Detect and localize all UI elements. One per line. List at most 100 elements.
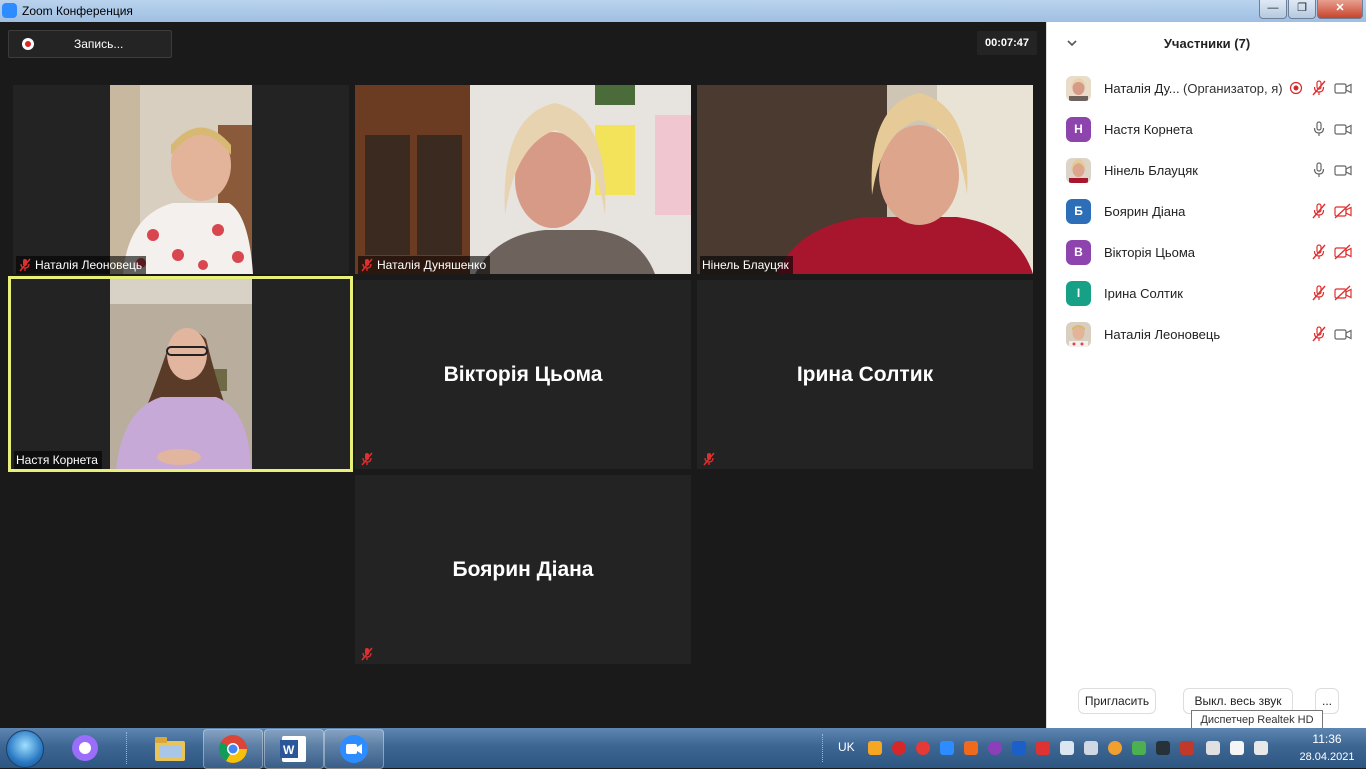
word-taskbar-button[interactable]: W: [264, 729, 324, 769]
video-icon[interactable]: [1334, 121, 1352, 137]
tile-nameplate: Наталія Леоновець: [16, 256, 147, 274]
chrome-taskbar-button[interactable]: [203, 729, 263, 769]
tile-name: Наталія Леоновець: [35, 258, 143, 272]
participant-video: [110, 85, 253, 274]
panel-title: Участники (7): [1163, 36, 1251, 51]
participant-row[interactable]: Нінель Блауцяк: [1047, 150, 1366, 191]
video-tile-off[interactable]: Ірина Солтик: [697, 280, 1033, 469]
video-off-icon[interactable]: [1334, 285, 1352, 301]
video-tile[interactable]: Наталія Дуняшенко: [355, 85, 691, 274]
mic-muted-icon: [361, 452, 373, 466]
panel-header: Участники (7): [1047, 22, 1366, 66]
recording-indicator[interactable]: Запись...: [8, 30, 172, 58]
start-button[interactable]: [6, 730, 44, 768]
tile-nameplate: Нінель Блауцяк: [700, 256, 793, 274]
language-indicator[interactable]: UK: [838, 740, 855, 754]
tile-name: Боярин Діана: [452, 557, 594, 581]
avatar: Н: [1066, 117, 1091, 142]
video-off-icon[interactable]: [1334, 203, 1352, 219]
speaker-tray-icon[interactable]: [1084, 741, 1098, 755]
zoom-app-icon: [2, 3, 17, 18]
tile-name: Наталія Дуняшенко: [377, 258, 487, 272]
avatar: В: [1066, 240, 1091, 265]
viber-icon[interactable]: [988, 741, 1002, 755]
participant-name: Боярин Діана: [1104, 204, 1186, 219]
video-tile-off[interactable]: Вікторія Цьома: [355, 280, 691, 469]
alice-icon[interactable]: [70, 733, 100, 763]
taskbar-clock[interactable]: 11:36 28.04.2021: [1292, 732, 1362, 763]
word-icon: W: [280, 736, 306, 762]
flag-icon[interactable]: [1230, 741, 1244, 755]
mic-muted-icon: [361, 647, 373, 661]
tile-name: Вікторія Цьома: [443, 362, 603, 386]
avatar: Б: [1066, 199, 1091, 224]
participant-row[interactable]: В Вікторія Цьома: [1047, 232, 1366, 273]
realtek-audio-icon[interactable]: [1180, 741, 1194, 755]
record-icon: [22, 38, 34, 50]
video-icon[interactable]: [1334, 326, 1352, 342]
tray-tooltip: Диспетчер Realtek HD: [1191, 710, 1323, 730]
avast-icon[interactable]: [868, 741, 882, 755]
zoom-tray-icon[interactable]: [940, 741, 954, 755]
participant-row[interactable]: Н Настя Корнета: [1047, 109, 1366, 150]
avatar: [1066, 76, 1091, 101]
video-off-icon[interactable]: [1334, 244, 1352, 260]
participant-row[interactable]: Наталія Леоновець: [1047, 314, 1366, 355]
participants-panel: Участники (7) Наталія Ду... (Организатор…: [1046, 22, 1366, 728]
chrome-icon: [219, 735, 247, 763]
video-tile[interactable]: Наталія Леоновець: [13, 85, 349, 274]
mic-muted-icon: [361, 258, 373, 272]
taskbar-divider: [126, 732, 130, 764]
avatar: І: [1066, 281, 1091, 306]
mic-muted-icon[interactable]: [1310, 326, 1328, 342]
minimize-button[interactable]: —: [1259, 0, 1287, 19]
svg-text:W: W: [283, 743, 295, 757]
participant-name: Ірина Солтик: [1104, 286, 1183, 301]
explorer-icon[interactable]: [153, 733, 187, 763]
participant-row[interactable]: І Ірина Солтик: [1047, 273, 1366, 314]
update-icon[interactable]: [1108, 741, 1122, 755]
mic-muted-icon[interactable]: [1310, 285, 1328, 301]
participant-row[interactable]: Б Боярин Діана: [1047, 191, 1366, 232]
participant-name: Настя Корнета: [1104, 122, 1193, 137]
mic-muted-icon[interactable]: [1310, 203, 1328, 219]
video-tile[interactable]: Нінель Блауцяк: [697, 85, 1033, 274]
malwarebytes-icon[interactable]: [1012, 741, 1026, 755]
tile-name: Ірина Солтик: [796, 362, 934, 386]
video-icon[interactable]: [1334, 80, 1352, 96]
close-button[interactable]: ✕: [1317, 0, 1363, 19]
mic-muted-icon: [19, 258, 31, 272]
invite-button[interactable]: Пригласить: [1078, 688, 1156, 714]
participant-video: [355, 85, 691, 274]
maximize-button[interactable]: ❐: [1288, 0, 1316, 19]
app-tray-icon[interactable]: [964, 741, 978, 755]
meter-icon[interactable]: [1132, 741, 1146, 755]
mic-muted-icon[interactable]: [1310, 244, 1328, 260]
opera-icon[interactable]: [916, 741, 930, 755]
signal-icon[interactable]: [1254, 741, 1268, 755]
mic-icon[interactable]: [1310, 121, 1328, 137]
avatar: [1066, 322, 1091, 347]
video-tile-active[interactable]: Настя Корнета: [8, 276, 353, 472]
tile-nameplate: Настя Корнета: [14, 451, 102, 469]
recording-icon: [1289, 81, 1303, 95]
participant-row[interactable]: Наталія Ду... (Организатор, я): [1047, 68, 1366, 109]
yandex-icon[interactable]: [892, 741, 906, 755]
mic-muted-icon: [703, 452, 715, 466]
mic-muted-icon[interactable]: [1310, 80, 1328, 96]
clock-time: 11:36: [1312, 732, 1342, 746]
zoom-taskbar-button[interactable]: [324, 729, 384, 769]
monitor-icon[interactable]: [1156, 741, 1170, 755]
video-tile-off[interactable]: Боярин Діана: [355, 475, 691, 664]
window-title: Zoom Конференция: [22, 4, 133, 18]
usb-icon[interactable]: [1060, 741, 1074, 755]
meeting-timer: 00:07:47: [977, 31, 1037, 55]
recording-label: Запись...: [74, 37, 124, 51]
tile-name: Настя Корнета: [16, 453, 98, 467]
video-icon[interactable]: [1334, 162, 1352, 178]
mic-icon[interactable]: [1310, 162, 1328, 178]
network-icon[interactable]: [1206, 741, 1220, 755]
tile-name: Нінель Блауцяк: [702, 258, 789, 272]
participant-name: Наталія Ду...: [1104, 81, 1180, 96]
tool-tray-icon[interactable]: [1036, 741, 1050, 755]
